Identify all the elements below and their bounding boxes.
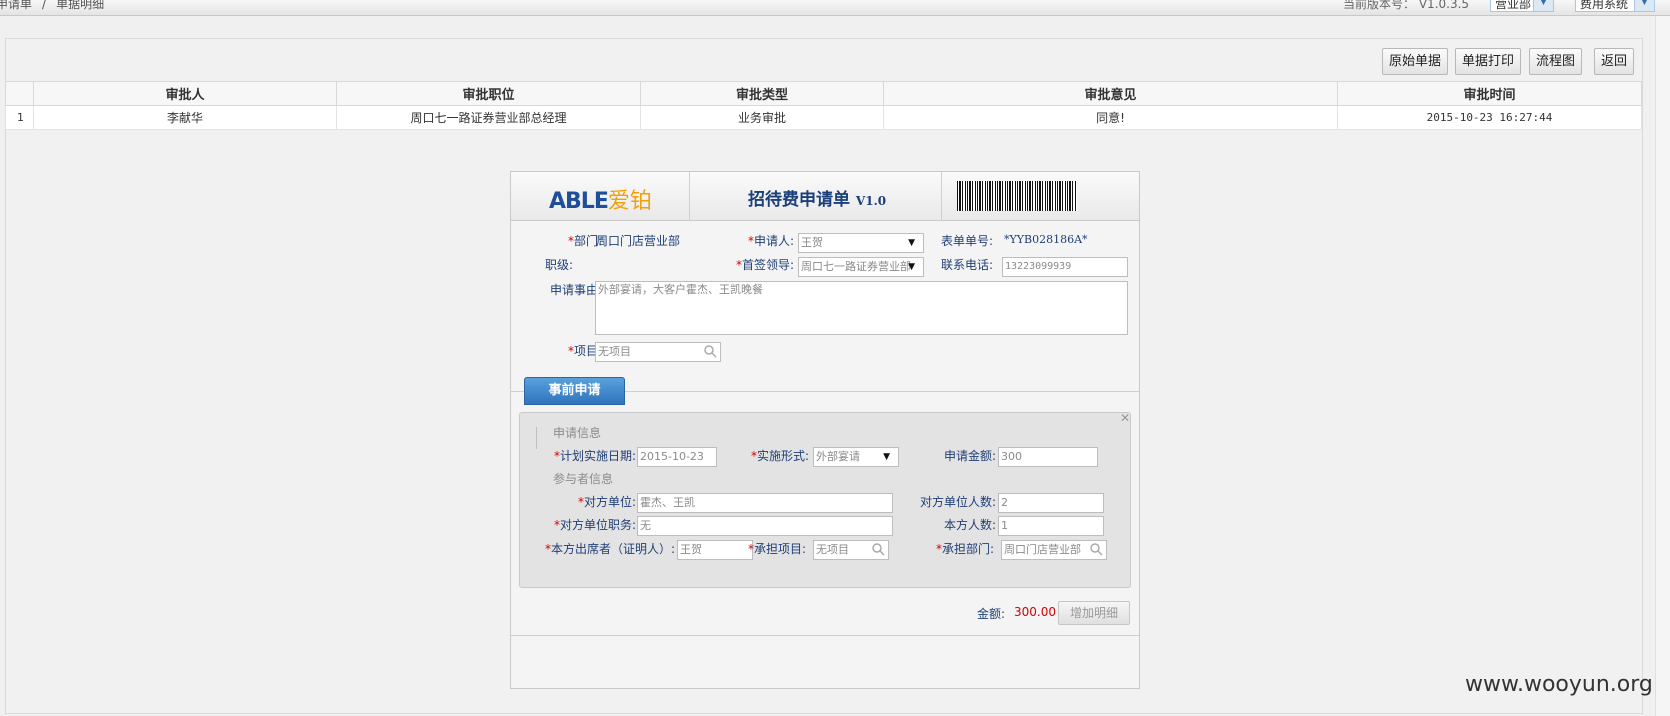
chevron-down-icon[interactable]: ▼ xyxy=(908,234,915,252)
approval-table: 审批人 审批职位 审批类型 审批意见 审批时间 1 李献华 周口七一路证券营业部… xyxy=(5,81,1642,130)
attendee-label: *本方出席者（证明人）: xyxy=(544,542,675,556)
dept-select-value: 营业部 xyxy=(1495,0,1532,11)
section-divider xyxy=(511,635,1139,636)
breadcrumb-separator: / xyxy=(42,0,47,11)
chevron-down-icon[interactable]: ▼ xyxy=(1634,0,1654,11)
total-amount-value: 300.00 xyxy=(1014,605,1056,619)
form-type-label: *实施形式: xyxy=(750,449,809,463)
total-amount-label: 金额: xyxy=(976,607,1005,621)
row-number-header xyxy=(5,81,34,106)
watermark: www.wooyun.org xyxy=(1465,672,1653,697)
form-type-select[interactable]: 外部宴请 ▼ xyxy=(813,447,899,467)
position-cell: 周口七一路证券营业部总经理 xyxy=(336,105,641,130)
plan-date-label: *计划实施日期: xyxy=(553,449,636,463)
version-info: 当前版本号： V1.0.3.5 xyxy=(1343,0,1469,12)
plan-date-input[interactable]: 2015-10-23 xyxy=(637,447,717,467)
column-header-type: 审批类型 xyxy=(640,81,884,106)
top-bar: 申请单 / 单据明细 当前版本号： V1.0.3.5 营业部 ▼ 费用系统 ▼ xyxy=(0,0,1670,16)
form-header: ABLE爱铂 招待费申请单 V1.0 xyxy=(511,172,1139,221)
dept-value: 周口门店营业部 xyxy=(596,234,681,248)
leader-select[interactable]: 周口七一路证券营业部 ▼ xyxy=(798,257,924,277)
party-count-input[interactable]: 2 xyxy=(998,493,1104,513)
own-count-label: 本方人数: xyxy=(943,518,996,532)
section-participants: 参与者信息 xyxy=(553,472,614,486)
party-count-label: 对方单位人数: xyxy=(919,495,996,509)
attendee-input[interactable]: 王贺 xyxy=(677,540,753,560)
add-detail-button[interactable]: 增加明细 xyxy=(1058,601,1130,625)
phone-label: 联系电话: xyxy=(941,258,994,272)
tab-pre-application[interactable]: 事前申请 xyxy=(524,377,625,405)
version-label: 当前版本号： xyxy=(1343,0,1416,11)
breadcrumb-current: 单据明细 xyxy=(56,0,105,11)
breadcrumb: 申请单 / 单据明细 xyxy=(0,0,104,12)
barcode-image xyxy=(957,181,1077,211)
bear-dept-input[interactable]: 周口门店营业部 xyxy=(1001,540,1107,560)
own-count-input[interactable]: 1 xyxy=(998,516,1104,536)
close-icon[interactable]: ✕ xyxy=(1120,411,1130,425)
version-value: V1.0.3.5 xyxy=(1418,0,1470,11)
logo-en: ABLE xyxy=(549,189,609,214)
form-no-value: *YYB028186A* xyxy=(1004,233,1088,246)
dept-select[interactable]: 营业部 ▼ xyxy=(1490,0,1554,12)
row-number: 1 xyxy=(5,105,34,130)
apply-amount-input[interactable]: 300 xyxy=(998,447,1098,467)
search-icon[interactable] xyxy=(1089,542,1103,556)
pre-application-panel: ✕ 申请信息 *计划实施日期: 2015-10-23 *实施形式: 外部宴请 ▼ … xyxy=(519,411,1131,588)
header-divider xyxy=(941,172,942,221)
party-unit-input[interactable]: 霍杰、王凯 xyxy=(637,493,893,513)
breadcrumb-parent[interactable]: 申请单 xyxy=(0,0,32,11)
table-header-row: 审批人 审批职位 审批类型 审批意见 审批时间 xyxy=(5,81,1642,106)
applicant-label: *申请人: xyxy=(747,234,794,248)
column-header-position: 审批职位 xyxy=(336,81,641,106)
chevron-down-icon[interactable]: ▼ xyxy=(908,258,915,276)
column-header-time: 审批时间 xyxy=(1337,81,1642,106)
able-logo: ABLE爱铂 xyxy=(549,183,652,215)
opinion-cell: 同意! xyxy=(883,105,1338,130)
form-title-text: 招待费申请单 xyxy=(748,190,850,210)
rank-label: 职级: xyxy=(544,258,573,272)
leader-label: *首签领导: xyxy=(735,258,794,272)
form-title: 招待费申请单 V1.0 xyxy=(748,185,886,210)
reason-textarea[interactable]: 外部宴请，大客户霍杰、王凯晚餐 xyxy=(595,281,1128,335)
bear-project-input[interactable]: 无项目 xyxy=(813,540,889,560)
system-select-value: 费用系统 xyxy=(1580,0,1629,11)
logo-cn: 爱铂 xyxy=(607,189,652,214)
party-position-input[interactable]: 无 xyxy=(637,516,893,536)
table-row[interactable]: 1 李献华 周口七一路证券营业部总经理 业务审批 同意! 2015-10-23 … xyxy=(5,105,1642,130)
time-cell: 2015-10-23 16:27:44 xyxy=(1337,105,1642,130)
apply-amount-label: 申请金额: xyxy=(943,449,996,463)
approver-cell: 李献华 xyxy=(33,105,337,130)
drag-handle-icon[interactable] xyxy=(529,427,537,449)
header-divider xyxy=(689,172,690,221)
party-unit-label: *对方单位: xyxy=(577,495,636,509)
phone-input[interactable]: 13223099939 xyxy=(1002,257,1128,277)
back-button[interactable]: 返回 xyxy=(1594,48,1634,75)
project-input[interactable]: 无项目 xyxy=(595,342,721,362)
section-apply-info: 申请信息 xyxy=(553,426,602,440)
original-document-button[interactable]: 原始单据 xyxy=(1382,48,1448,75)
chevron-down-icon[interactable]: ▼ xyxy=(883,448,890,466)
column-header-approver: 审批人 xyxy=(33,81,337,106)
bear-dept-label: *承担部门: xyxy=(935,542,994,556)
party-position-label: *对方单位职务: xyxy=(553,518,636,532)
vertical-scrollbar[interactable] xyxy=(1655,16,1670,716)
column-header-opinion: 审批意见 xyxy=(883,81,1338,106)
bear-project-label: *承担项目: xyxy=(747,542,806,556)
application-form: ABLE爱铂 招待费申请单 V1.0 *部门: 周口门店营业部 *申请人: 王贺… xyxy=(510,171,1140,689)
applicant-select[interactable]: 王贺 ▼ xyxy=(798,233,924,253)
chevron-down-icon[interactable]: ▼ xyxy=(1533,0,1553,11)
type-cell: 业务审批 xyxy=(640,105,884,130)
flowchart-button[interactable]: 流程图 xyxy=(1529,48,1582,75)
search-icon[interactable] xyxy=(703,344,717,358)
form-title-version: V1.0 xyxy=(855,194,887,208)
search-icon[interactable] xyxy=(871,542,885,556)
system-select[interactable]: 费用系统 ▼ xyxy=(1575,0,1655,12)
form-no-label: 表单单号: xyxy=(941,234,994,248)
print-button[interactable]: 单据打印 xyxy=(1455,48,1521,75)
